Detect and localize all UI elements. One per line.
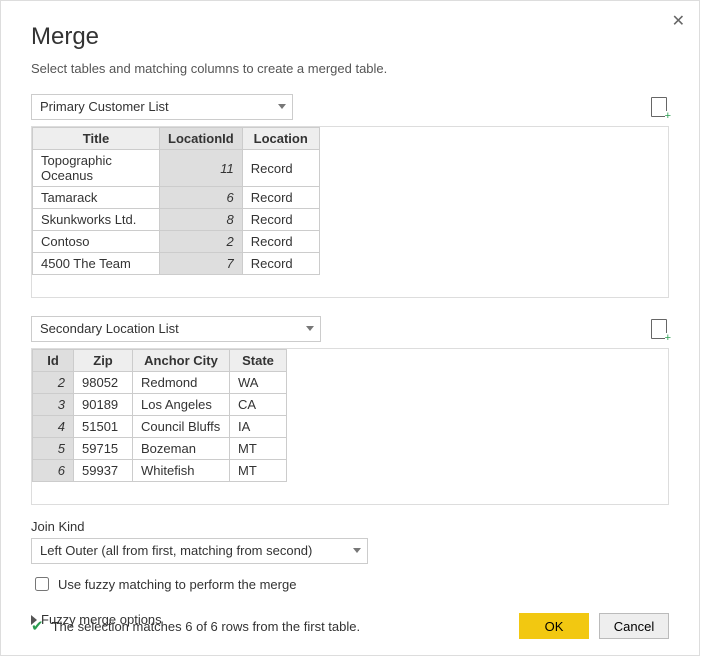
cell-locationid: 2 xyxy=(160,231,243,253)
ok-button[interactable]: OK xyxy=(519,613,589,639)
join-kind-label: Join Kind xyxy=(31,519,669,534)
dialog-title: Merge xyxy=(31,23,669,51)
table-row[interactable]: Tamarack6Record xyxy=(33,187,320,209)
table-row[interactable]: 390189Los AngelesCA xyxy=(33,394,287,416)
cell-zip: 59937 xyxy=(74,460,133,482)
col-anchorcity-header[interactable]: Anchor City xyxy=(133,350,230,372)
join-kind-value: Left Outer (all from first, matching fro… xyxy=(40,543,312,558)
primary-data-table: Title LocationId Location Topographic Oc… xyxy=(32,127,320,275)
fuzzy-matching-checkbox[interactable] xyxy=(35,577,49,591)
cell-title: Contoso xyxy=(33,231,160,253)
close-icon[interactable]: ✕ xyxy=(672,11,685,31)
cell-location: Record xyxy=(242,187,319,209)
table-row[interactable]: 659937WhitefishMT xyxy=(33,460,287,482)
status-message: The selection matches 6 of 6 rows from t… xyxy=(52,619,361,634)
secondary-data-table: Id Zip Anchor City State 298052RedmondWA… xyxy=(32,349,287,482)
chevron-down-icon xyxy=(353,548,361,553)
cell-city: Los Angeles xyxy=(133,394,230,416)
table-row[interactable]: Contoso2Record xyxy=(33,231,320,253)
refresh-secondary-icon[interactable] xyxy=(651,319,669,339)
cell-state: WA xyxy=(230,372,287,394)
table-row[interactable]: 298052RedmondWA xyxy=(33,372,287,394)
cell-title: Topographic Oceanus xyxy=(33,150,160,187)
cell-id: 3 xyxy=(33,394,74,416)
fuzzy-matching-label: Use fuzzy matching to perform the merge xyxy=(58,577,296,592)
cell-city: Redmond xyxy=(133,372,230,394)
table-row[interactable]: Topographic Oceanus11Record xyxy=(33,150,320,187)
cell-title: Tamarack xyxy=(33,187,160,209)
chevron-down-icon xyxy=(306,326,314,331)
cell-city: Council Bluffs xyxy=(133,416,230,438)
cell-id: 4 xyxy=(33,416,74,438)
col-state-header[interactable]: State xyxy=(230,350,287,372)
table-row[interactable]: Skunkworks Ltd.8Record xyxy=(33,209,320,231)
cell-location: Record xyxy=(242,209,319,231)
cell-id: 5 xyxy=(33,438,74,460)
page-plus-icon xyxy=(651,319,667,339)
col-zip-header[interactable]: Zip xyxy=(74,350,133,372)
cancel-button[interactable]: Cancel xyxy=(599,613,669,639)
primary-table-preview: Title LocationId Location Topographic Oc… xyxy=(31,126,669,298)
chevron-down-icon xyxy=(278,104,286,109)
cell-location: Record xyxy=(242,253,319,275)
cell-locationid: 6 xyxy=(160,187,243,209)
cell-title: 4500 The Team xyxy=(33,253,160,275)
cell-zip: 90189 xyxy=(74,394,133,416)
col-title-header[interactable]: Title xyxy=(33,128,160,150)
cell-city: Whitefish xyxy=(133,460,230,482)
cell-zip: 59715 xyxy=(74,438,133,460)
dialog-subtitle: Select tables and matching columns to cr… xyxy=(31,61,669,76)
table-row[interactable]: 451501Council BluffsIA xyxy=(33,416,287,438)
merge-dialog: ✕ Merge Select tables and matching colum… xyxy=(0,0,700,656)
cell-title: Skunkworks Ltd. xyxy=(33,209,160,231)
refresh-primary-icon[interactable] xyxy=(651,97,669,117)
cell-location: Record xyxy=(242,231,319,253)
primary-table-dropdown-label: Primary Customer List xyxy=(40,99,169,114)
cell-locationid: 11 xyxy=(160,150,243,187)
secondary-table-dropdown[interactable]: Secondary Location List xyxy=(31,316,321,342)
cell-state: IA xyxy=(230,416,287,438)
col-locationid-header[interactable]: LocationId xyxy=(160,128,243,150)
join-kind-dropdown[interactable]: Left Outer (all from first, matching fro… xyxy=(31,538,368,564)
cell-state: MT xyxy=(230,460,287,482)
checkmark-icon: ✔ xyxy=(31,617,44,635)
cell-id: 2 xyxy=(33,372,74,394)
page-plus-icon xyxy=(651,97,667,117)
secondary-table-preview: Id Zip Anchor City State 298052RedmondWA… xyxy=(31,348,669,505)
col-id-header[interactable]: Id xyxy=(33,350,74,372)
cell-state: CA xyxy=(230,394,287,416)
col-location-header[interactable]: Location xyxy=(242,128,319,150)
fuzzy-matching-checkbox-row[interactable]: Use fuzzy matching to perform the merge xyxy=(31,574,669,594)
cell-locationid: 7 xyxy=(160,253,243,275)
cell-city: Bozeman xyxy=(133,438,230,460)
cell-location: Record xyxy=(242,150,319,187)
cell-locationid: 8 xyxy=(160,209,243,231)
secondary-table-dropdown-label: Secondary Location List xyxy=(40,321,179,336)
table-row[interactable]: 559715BozemanMT xyxy=(33,438,287,460)
cell-zip: 51501 xyxy=(74,416,133,438)
table-row[interactable]: 4500 The Team7Record xyxy=(33,253,320,275)
primary-table-dropdown[interactable]: Primary Customer List xyxy=(31,94,293,120)
cell-state: MT xyxy=(230,438,287,460)
cell-zip: 98052 xyxy=(74,372,133,394)
cell-id: 6 xyxy=(33,460,74,482)
